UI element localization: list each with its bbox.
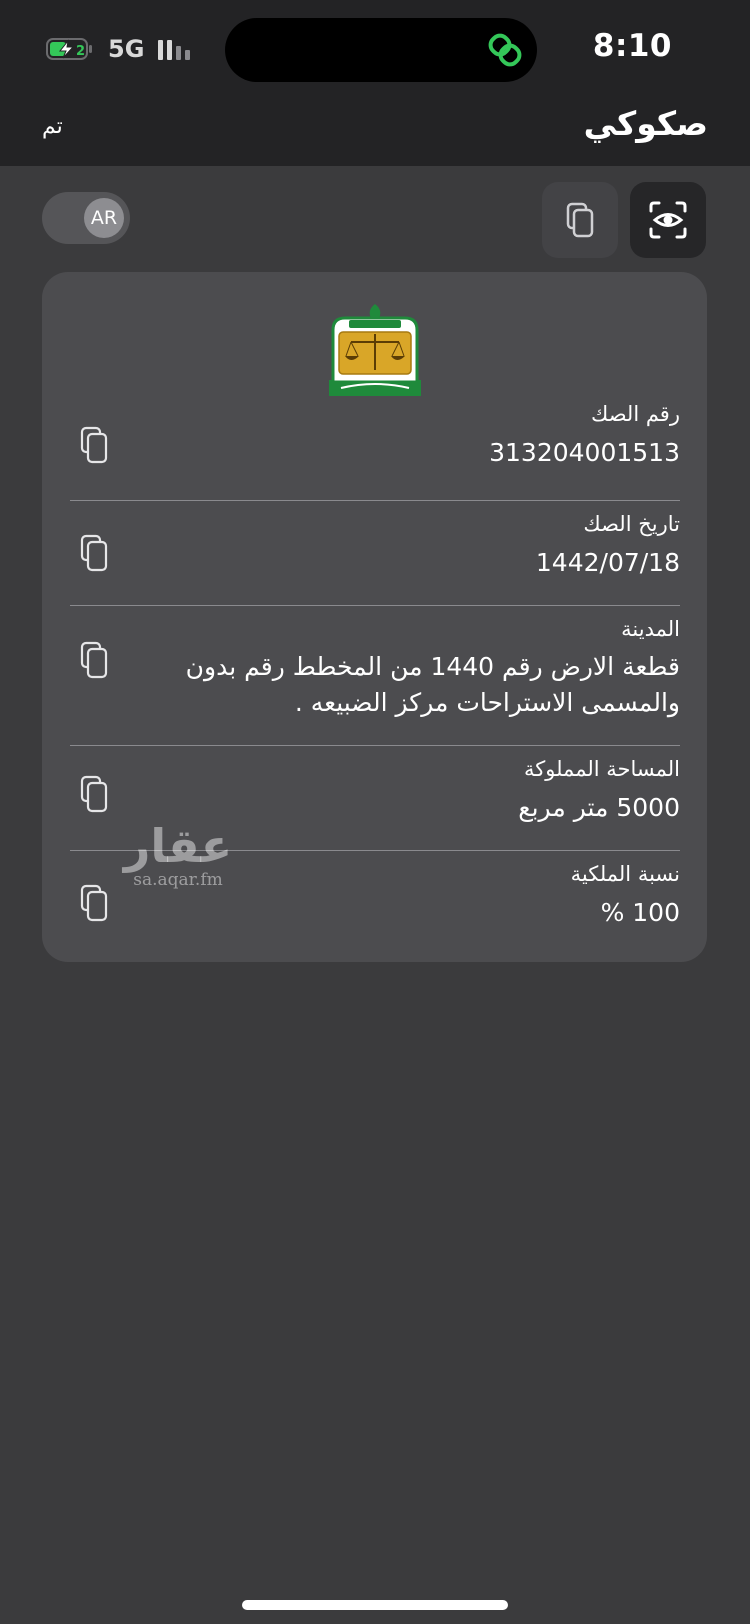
screen: 2 5G 8:10 تم صكوكي AR رقم الصك 313204001… — [0, 0, 750, 1624]
eye-scan-icon — [649, 201, 687, 239]
deed-number-field: رقم الصك 313204001513 — [70, 396, 680, 476]
copy-all-button[interactable] — [542, 182, 618, 258]
status-indicators: 2 5G — [46, 34, 191, 64]
signal-bars-icon — [158, 38, 191, 60]
toolbar: AR — [0, 166, 750, 266]
copy-icon[interactable] — [76, 884, 116, 924]
svg-text:2: 2 — [76, 44, 85, 59]
copy-icon[interactable] — [76, 775, 116, 815]
copy-icon — [566, 202, 594, 238]
link-icon — [488, 33, 522, 67]
deed-date-field: تاريخ الصك 1442/07/18 — [70, 500, 680, 600]
field-label: المساحة المملوكة — [524, 757, 680, 781]
city-field: المدينة قطعة الارض رقم 1440 من المخطط رق… — [70, 605, 680, 735]
copy-icon[interactable] — [76, 534, 116, 574]
watermark-logo: عقار — [123, 819, 233, 873]
watermark: عقار sa.aqar.fm — [118, 822, 238, 892]
network-type: 5G — [108, 35, 145, 63]
status-time: 8:10 — [592, 28, 672, 64]
page-title: صكوكي — [583, 104, 708, 143]
home-indicator[interactable] — [242, 1600, 508, 1610]
language-toggle[interactable]: AR — [42, 192, 130, 244]
language-toggle-knob: AR — [84, 198, 124, 238]
field-label: نسبة الملكية — [570, 862, 680, 886]
deed-date-value[interactable]: 1442/07/18 — [536, 548, 680, 577]
field-label: رقم الصك — [591, 402, 680, 426]
field-label: تاريخ الصك — [583, 512, 680, 536]
copy-icon[interactable] — [76, 641, 116, 681]
top-area: 2 5G 8:10 تم صكوكي — [0, 0, 750, 166]
view-scan-button[interactable] — [630, 182, 706, 258]
ownership-ratio-value[interactable]: 100 % — [601, 898, 680, 927]
deed-number-value[interactable]: 313204001513 — [489, 438, 680, 467]
field-label: المدينة — [621, 617, 680, 641]
watermark-url: sa.aqar.fm — [133, 870, 223, 890]
done-button[interactable]: تم — [42, 114, 63, 139]
dynamic-island — [225, 18, 537, 82]
status-bar: 2 5G 8:10 — [0, 0, 750, 96]
city-value[interactable]: قطعة الارض رقم 1440 من المخطط رقم بدون و… — [140, 649, 680, 721]
ministry-of-justice-emblem — [329, 304, 421, 396]
owned-area-value[interactable]: 5000 متر مربع — [518, 793, 680, 822]
battery-charging-icon: 2 — [46, 37, 94, 61]
copy-icon[interactable] — [76, 426, 116, 466]
navigation-bar: تم صكوكي — [0, 96, 750, 166]
